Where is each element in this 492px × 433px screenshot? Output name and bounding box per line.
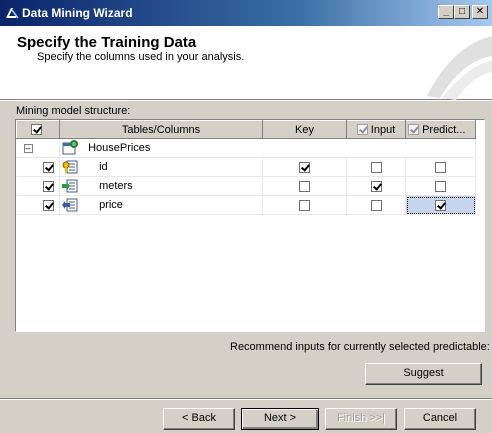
back-button[interactable]: < Back [163,408,235,430]
key-column-icon [62,160,78,174]
selected-cell[interactable] [405,195,476,215]
key-checkbox-meters[interactable] [299,180,310,192]
column-name: price [99,198,123,211]
title-bar: Data Mining Wizard _ □ ✕ [0,0,492,26]
column-row-id[interactable]: id [16,157,476,177]
footer-divider [0,398,492,400]
column-name-cell: id [59,157,263,177]
predict-checkbox-price[interactable] [435,199,446,211]
finish-button: Finish >>| [325,408,397,430]
predict-column-icon [62,198,78,212]
wizard-icon [6,8,19,19]
predict-checkbox-id[interactable] [435,161,446,173]
next-button[interactable]: Next > [241,408,319,430]
column-name: id [99,160,108,173]
wizard-header: Specify the Training Data Specify the co… [0,26,492,100]
minimize-button[interactable]: _ [438,5,454,19]
predict-header-label: Predict... [422,123,466,136]
page-title: Specify the Training Data [17,34,197,51]
include-checkbox-id[interactable] [42,161,54,173]
column-name-cell: meters [59,176,263,196]
include-checkbox-price[interactable] [42,199,54,211]
input-column-icon [62,179,78,193]
input-all-checkbox[interactable] [356,124,368,136]
close-button[interactable]: ✕ [472,5,488,19]
select-all-header[interactable] [16,120,60,139]
cancel-button[interactable]: Cancel [404,408,476,430]
column-row-meters[interactable]: meters [16,176,476,196]
input-header[interactable]: Input [346,120,406,139]
structure-label: Mining model structure: [16,105,131,117]
header-divider [0,100,492,101]
grid-header-row: Tables/Columns Key Input Predict... [16,120,476,139]
collapse-cell[interactable]: – [16,138,60,158]
select-all-checkbox[interactable] [31,124,42,136]
window-title: Data Mining Wizard [22,6,133,20]
predict-checkbox-meters[interactable] [435,180,446,192]
mining-structure-grid[interactable]: Tables/Columns Key Input Predict... – Ho… [15,119,485,332]
recommend-label: Recommend inputs for currently selected … [230,341,490,353]
input-checkbox-id[interactable] [370,161,382,173]
key-header[interactable]: Key [262,120,347,139]
key-checkbox-id[interactable] [299,161,310,173]
suggest-button[interactable]: Suggest [365,363,482,385]
table-name: HousePrices [88,141,151,154]
column-row-price[interactable]: price [16,195,476,215]
collapse-icon[interactable]: – [23,143,33,153]
header-swoosh-graphic [427,36,492,100]
maximize-button[interactable]: □ [454,5,470,19]
input-checkbox-meters[interactable] [370,180,382,192]
table-icon [62,140,78,155]
table-name-cell: HousePrices [59,138,476,158]
key-checkbox-price[interactable] [299,199,310,211]
input-checkbox-price[interactable] [370,199,382,211]
predict-header[interactable]: Predict... [405,120,476,139]
column-name-cell: price [59,195,263,215]
input-header-label: Input [370,123,396,136]
tables-columns-header[interactable]: Tables/Columns [59,120,263,139]
include-checkbox-meters[interactable] [42,180,54,192]
predict-all-checkbox[interactable] [408,124,419,136]
column-name: meters [99,179,133,192]
page-subtitle: Specify the columns used in your analysi… [37,51,245,63]
table-row: – HousePrices [16,138,476,158]
